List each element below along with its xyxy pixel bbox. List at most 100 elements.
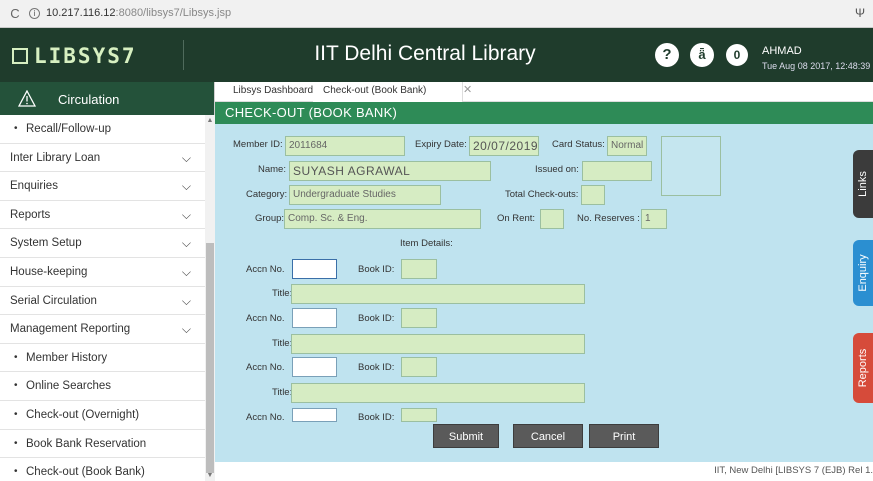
tab-bar: Libsys Dashboard Check-out (Book Bank) ✕ <box>215 82 873 102</box>
app-header: LIBSYS7 IIT Delhi Central Library ? ǟ 0 … <box>0 28 873 82</box>
title-field[interactable] <box>291 334 585 354</box>
url-host: 10.217.116.12 <box>46 7 116 19</box>
accn-no-label: Accn No. <box>246 362 285 373</box>
scroll-up-icon[interactable]: ▲ <box>205 117 215 124</box>
total-check-outs-field[interactable] <box>581 185 605 205</box>
extension-icon[interactable]: Ψ <box>855 6 865 20</box>
bullet-icon: • <box>14 351 18 363</box>
logo-square-icon <box>12 48 28 64</box>
chevron-down-icon: ⌵ <box>181 322 191 337</box>
sidebar-item-enquiries[interactable]: Enquiries ⌵ <box>0 172 205 201</box>
accn-no-input[interactable] <box>292 308 337 328</box>
group-field[interactable]: Comp. Sc. & Eng. <box>284 209 481 229</box>
help-button[interactable]: ? <box>655 43 679 67</box>
card-status-field[interactable]: Normal <box>607 136 647 156</box>
book-id-field[interactable] <box>401 308 437 328</box>
sidebar-item-serial-circulation[interactable]: Serial Circulation ⌵ <box>0 287 205 316</box>
accn-no-label: Accn No. <box>246 313 285 324</box>
accn-no-label: Accn No. <box>246 412 285 423</box>
accn-no-input[interactable] <box>292 259 337 279</box>
member-id-field[interactable]: 2011684 <box>285 136 405 156</box>
scrollbar-thumb[interactable] <box>206 243 214 473</box>
chevron-down-icon: ⌵ <box>181 264 191 279</box>
sidebar-item-label: Recall/Follow-up <box>26 123 112 135</box>
tab-libsys-dashboard[interactable]: Libsys Dashboard <box>223 82 325 102</box>
sidebar-scrollbar[interactable]: ▲ ▼ <box>205 115 215 481</box>
sidebar-item-label: Member History <box>26 351 108 364</box>
sidebar-item-recall-follow-up[interactable]: • Recall/Follow-up <box>0 115 205 144</box>
info-icon[interactable]: i <box>29 8 40 19</box>
address-bar[interactable]: 10.217.116.12:8080/libsys7/Libsys.jsp <box>46 7 231 19</box>
issued-on-field[interactable] <box>582 161 652 181</box>
name-label: Name: <box>258 164 286 175</box>
tab-check-out-book-bank[interactable]: Check-out (Book Bank) <box>313 82 463 102</box>
title-field[interactable] <box>291 284 585 304</box>
sidebar-item-system-setup[interactable]: System Setup ⌵ <box>0 229 205 258</box>
item-details-label: Item Details: <box>400 238 453 249</box>
card-status-label: Card Status: <box>552 139 605 150</box>
sidebar-item-house-keeping[interactable]: House-keeping ⌵ <box>0 258 205 287</box>
sidebar-item-member-history[interactable]: • Member History <box>0 344 205 373</box>
expiry-date-field[interactable]: 20/07/2019 <box>469 136 539 156</box>
form-title: CHECK-OUT (BOOK BANK) <box>215 102 873 124</box>
cancel-button[interactable]: Cancel <box>513 424 583 448</box>
title-field[interactable] <box>291 383 585 403</box>
sidebar-item-inter-library-loan[interactable]: Inter Library Loan ⌵ <box>0 144 205 173</box>
sidebar-heading-label: Circulation <box>58 92 120 107</box>
sidebar-item-online-searches[interactable]: • Online Searches <box>0 372 205 401</box>
print-button[interactable]: Print <box>589 424 659 448</box>
sidebar-item-label: Serial Circulation <box>10 294 97 307</box>
sidebar-item-label: Reports <box>10 208 51 221</box>
sidebar-item-management-reporting[interactable]: Management Reporting ⌵ <box>0 315 205 344</box>
chevron-down-icon: ⌵ <box>181 236 191 251</box>
no-reserves-field[interactable]: 1 <box>641 209 667 229</box>
book-id-field[interactable] <box>401 259 437 279</box>
url-path: :8080/libsys7/Libsys.jsp <box>115 7 232 19</box>
checkout-form: Member ID: 2011684 Expiry Date: 20/07/20… <box>215 124 873 462</box>
notification-count-badge[interactable]: 0 <box>726 44 748 66</box>
links-side-tab[interactable]: Links <box>853 150 873 218</box>
reports-side-tab[interactable]: Reports <box>853 333 873 403</box>
reports-side-tab-label: Reports <box>857 348 869 388</box>
reload-icon[interactable]: C <box>8 7 22 21</box>
accn-no-input[interactable] <box>292 357 337 377</box>
profile-face-icon[interactable]: ǟ <box>690 43 714 67</box>
user-datetime: Tue Aug 08 2017, 12:48:39 <box>762 61 871 71</box>
sidebar-item-check-out-book-bank[interactable]: • Check-out (Book Bank) <box>0 458 205 481</box>
enquiry-side-tab-label: Enquiry <box>857 254 869 292</box>
sidebar-item-label: System Setup <box>10 237 82 250</box>
chevron-down-icon: ⌵ <box>181 207 191 222</box>
expiry-date-label: Expiry Date: <box>415 139 467 150</box>
sidebar-item-label: Management Reporting <box>10 323 131 336</box>
submit-button[interactable]: Submit <box>433 424 499 448</box>
libsys-logo[interactable]: LIBSYS7 <box>12 43 137 69</box>
sidebar-item-book-bank-reservation[interactable]: • Book Bank Reservation <box>0 430 205 459</box>
enquiry-side-tab[interactable]: Enquiry <box>853 240 873 306</box>
accn-no-input[interactable] <box>292 408 337 422</box>
book-id-label: Book ID: <box>358 313 395 324</box>
sidebar-item-label: Book Bank Reservation <box>26 437 147 450</box>
sidebar-item-reports[interactable]: Reports ⌵ <box>0 201 205 230</box>
logo-text: LIBSYS7 <box>34 44 137 68</box>
footer-text: IIT, New Delhi [LIBSYS 7 (EJB) Rel 1. <box>714 465 873 476</box>
bullet-icon: • <box>14 408 18 420</box>
no-reserves-label: No. Reserves : <box>577 213 640 224</box>
on-rent-field[interactable] <box>540 209 564 229</box>
sidebar-item-check-out-overnight[interactable]: • Check-out (Overnight) <box>0 401 205 430</box>
browser-toolbar: C i 10.217.116.12:8080/libsys7/Libsys.js… <box>0 0 873 28</box>
sidebar-item-label: Enquiries <box>10 180 58 193</box>
warning-icon <box>18 90 36 107</box>
title-label: Title: <box>272 387 293 398</box>
group-label: Group: <box>255 213 285 224</box>
scroll-down-icon[interactable]: ▼ <box>205 472 215 479</box>
footer: IIT, New Delhi [LIBSYS 7 (EJB) Rel 1. <box>215 462 873 481</box>
sidebar-item-label: Check-out (Overnight) <box>26 408 140 421</box>
book-id-field[interactable] <box>401 357 437 377</box>
bullet-icon: • <box>14 123 18 134</box>
book-id-field[interactable] <box>401 408 437 422</box>
name-field[interactable]: SUYASH AGRAWAL <box>289 161 491 181</box>
sidebar-heading[interactable]: Circulation <box>0 82 214 115</box>
close-tab-icon[interactable]: ✕ <box>463 83 472 96</box>
user-name[interactable]: AHMAD <box>762 45 802 57</box>
category-field[interactable]: Undergraduate Studies <box>289 185 441 205</box>
